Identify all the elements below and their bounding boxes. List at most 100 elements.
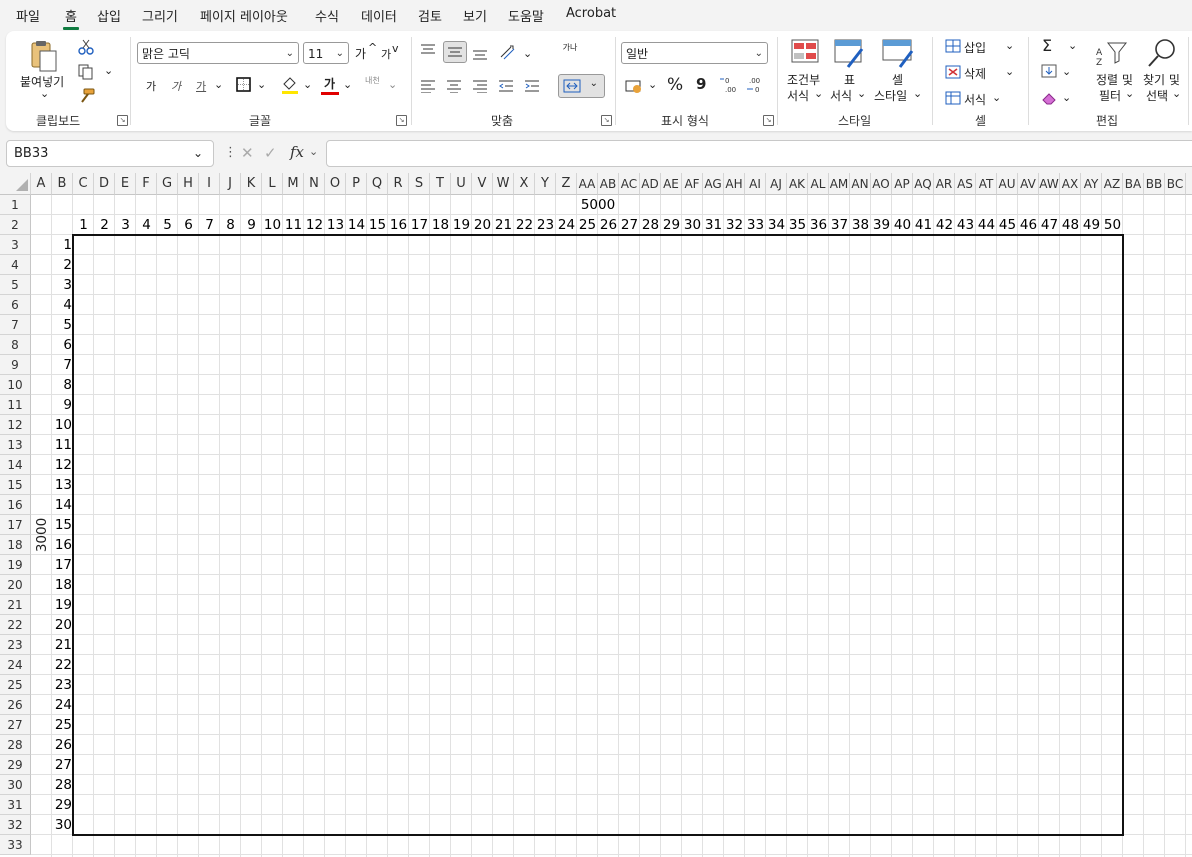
- row-header[interactable]: 3: [0, 235, 31, 255]
- column-number-cell[interactable]: 1: [73, 215, 94, 235]
- tab-insert[interactable]: 삽입: [97, 6, 121, 25]
- column-number-cell[interactable]: 36: [808, 215, 829, 235]
- row-header[interactable]: 25: [0, 675, 31, 695]
- column-header[interactable]: AQ: [913, 173, 934, 195]
- clipboard-launcher-icon[interactable]: ↘: [117, 115, 128, 126]
- underline-dropdown-icon[interactable]: ⌄: [214, 78, 223, 91]
- row-header[interactable]: 5: [0, 275, 31, 295]
- shrink-font-button[interactable]: 가: [381, 46, 391, 62]
- column-header[interactable]: F: [136, 173, 157, 195]
- column-header[interactable]: AM: [829, 173, 850, 195]
- tab-acrobat[interactable]: Acrobat: [566, 6, 616, 21]
- column-header[interactable]: AC: [619, 173, 640, 195]
- column-header[interactable]: BB: [1144, 173, 1165, 195]
- row-header[interactable]: 17: [0, 515, 31, 535]
- column-header[interactable]: AF: [682, 173, 703, 195]
- tab-help[interactable]: 도움말: [508, 6, 544, 25]
- border-dropdown-icon[interactable]: ⌄: [257, 78, 266, 91]
- column-header[interactable]: U: [451, 173, 472, 195]
- percent-button[interactable]: %: [667, 75, 683, 95]
- cancel-icon[interactable]: ✕: [241, 144, 254, 162]
- column-number-cell[interactable]: 4: [136, 215, 157, 235]
- column-number-cell[interactable]: 13: [325, 215, 346, 235]
- column-number-cell[interactable]: 23: [535, 215, 556, 235]
- insert-function-button[interactable]: fx: [290, 143, 304, 161]
- column-header[interactable]: G: [157, 173, 178, 195]
- decrease-indent-icon[interactable]: [498, 79, 514, 93]
- increase-decimal-icon[interactable]: 0 .00: [719, 75, 741, 95]
- column-header[interactable]: AZ: [1102, 173, 1123, 195]
- column-number-cell[interactable]: 26: [598, 215, 619, 235]
- autosum-dropdown-icon[interactable]: ⌄: [1068, 39, 1077, 52]
- column-header[interactable]: P: [346, 173, 367, 195]
- column-header[interactable]: N: [304, 173, 325, 195]
- column-number-cell[interactable]: 7: [199, 215, 220, 235]
- cell-styles-label-1[interactable]: 셀: [892, 71, 903, 88]
- align-left-icon[interactable]: [420, 79, 436, 93]
- row-header[interactable]: 11: [0, 395, 31, 415]
- column-number-cell[interactable]: 39: [871, 215, 892, 235]
- row-header[interactable]: 23: [0, 635, 31, 655]
- column-header[interactable]: AP: [892, 173, 913, 195]
- format-dropdown-icon[interactable]: ⌄: [992, 91, 1001, 104]
- column-number-cell[interactable]: 42: [934, 215, 955, 235]
- row-header[interactable]: 7: [0, 315, 31, 335]
- decrease-decimal-icon[interactable]: .00 0: [745, 75, 767, 95]
- column-number-cell[interactable]: 24: [556, 215, 577, 235]
- column-header[interactable]: A: [31, 173, 52, 195]
- column-header[interactable]: AT: [976, 173, 997, 195]
- column-number-cell[interactable]: 30: [682, 215, 703, 235]
- row-header[interactable]: 30: [0, 775, 31, 795]
- align-right-icon[interactable]: [472, 79, 488, 93]
- format-as-table-label-1[interactable]: 표: [844, 71, 855, 88]
- column-header[interactable]: AO: [871, 173, 892, 195]
- column-header[interactable]: R: [388, 173, 409, 195]
- column-number-cell[interactable]: 20: [472, 215, 493, 235]
- column-header[interactable]: AW: [1039, 173, 1060, 195]
- alignment-launcher-icon[interactable]: ↘: [601, 115, 612, 126]
- insert-dropdown-icon[interactable]: ⌄: [1005, 39, 1014, 52]
- delete-cells-icon[interactable]: [945, 65, 961, 79]
- row-header[interactable]: 20: [0, 575, 31, 595]
- column-header[interactable]: H: [178, 173, 199, 195]
- column-number-cell[interactable]: 48: [1060, 215, 1081, 235]
- column-number-cell[interactable]: 18: [430, 215, 451, 235]
- conditional-format-icon[interactable]: [791, 39, 821, 67]
- tab-review[interactable]: 검토: [418, 6, 442, 25]
- tab-draw[interactable]: 그리기: [142, 6, 178, 25]
- column-number-cell[interactable]: 19: [451, 215, 472, 235]
- column-header[interactable]: AH: [724, 173, 745, 195]
- sort-filter-icon[interactable]: A Z: [1094, 39, 1130, 67]
- grow-font-button[interactable]: 가: [355, 45, 366, 62]
- column-number-cell[interactable]: 47: [1039, 215, 1060, 235]
- row-header[interactable]: 14: [0, 455, 31, 475]
- column-number-cell[interactable]: 40: [892, 215, 913, 235]
- row-header[interactable]: 19: [0, 555, 31, 575]
- worksheet[interactable]: A B C D E F G H I J K L M N O P Q R S T U V W X Y Z AA AB AC AD AE AF AG…: [0, 173, 1192, 857]
- column-header[interactable]: AU: [997, 173, 1018, 195]
- sort-filter-label-2[interactable]: 필터: [1099, 87, 1121, 104]
- column-header[interactable]: B: [52, 173, 73, 195]
- tab-formulas[interactable]: 수식: [315, 6, 339, 25]
- accounting-format-icon[interactable]: [625, 78, 645, 94]
- row-header[interactable]: 15: [0, 475, 31, 495]
- conditional-dropdown-icon[interactable]: ⌄: [814, 87, 823, 100]
- format-cells-icon[interactable]: [945, 91, 961, 105]
- row-header[interactable]: 26: [0, 695, 31, 715]
- copy-dropdown-icon[interactable]: ⌄: [104, 64, 113, 77]
- insert-cells-icon[interactable]: [945, 39, 961, 53]
- cell-styles-dropdown-icon[interactable]: ⌄: [913, 87, 922, 100]
- copy-icon[interactable]: [78, 64, 96, 80]
- phonetic-dropdown-icon[interactable]: ⌄: [388, 78, 397, 91]
- column-header[interactable]: X: [514, 173, 535, 195]
- fx-dropdown-icon[interactable]: ⌄: [309, 145, 318, 158]
- row-header[interactable]: 6: [0, 295, 31, 315]
- row-header[interactable]: 1: [0, 195, 31, 215]
- column-number-cell[interactable]: 14: [346, 215, 367, 235]
- conditional-format-label-1[interactable]: 조건부: [787, 71, 820, 88]
- fill-icon[interactable]: [1041, 64, 1059, 80]
- align-bottom-icon[interactable]: [472, 47, 488, 61]
- select-all-corner[interactable]: [0, 173, 31, 195]
- clear-icon[interactable]: [1041, 90, 1059, 106]
- align-middle-button[interactable]: [443, 41, 467, 63]
